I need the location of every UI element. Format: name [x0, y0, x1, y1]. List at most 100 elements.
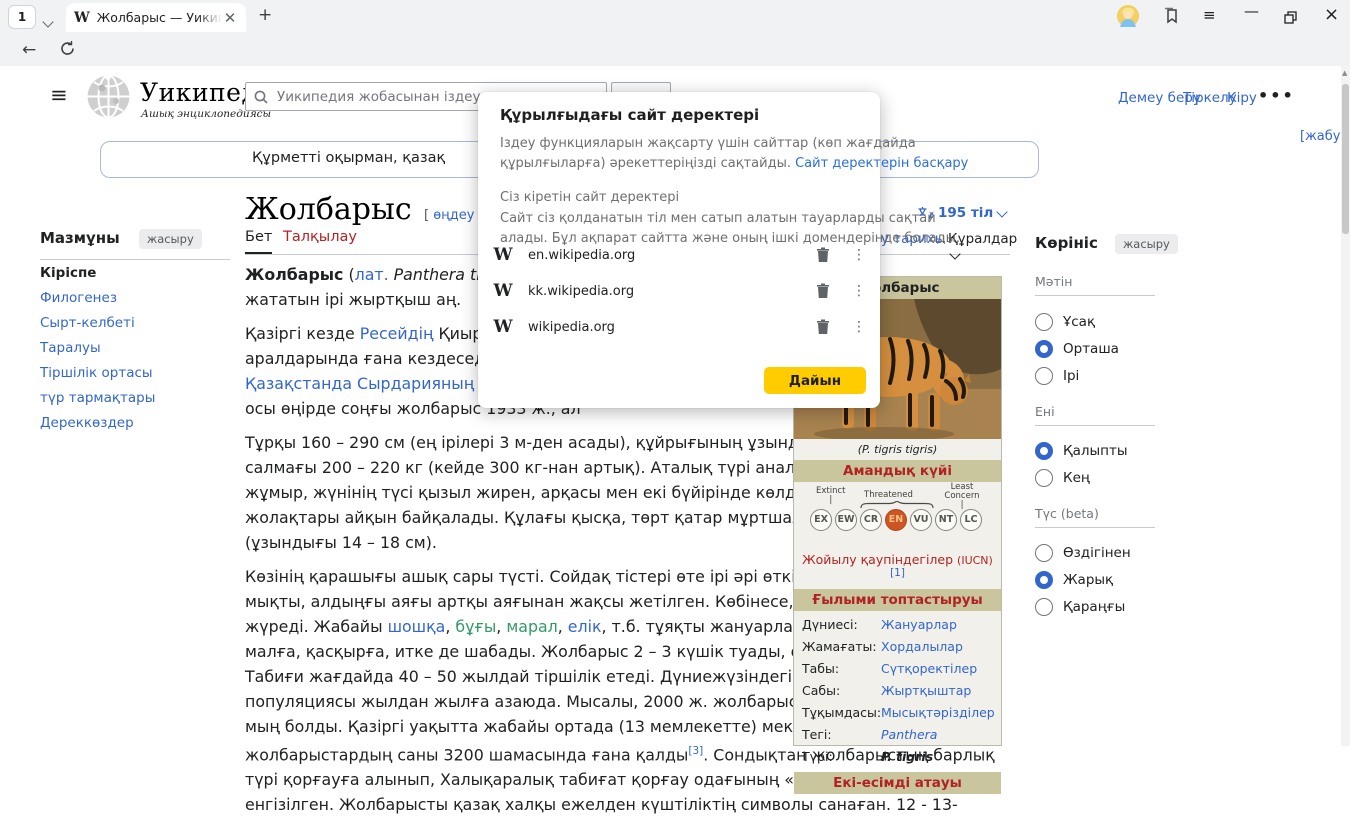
radio-selected-icon[interactable]: [1035, 442, 1053, 460]
text-segment: ,: [445, 617, 455, 636]
text-line: популяциясы жылдан жылға азаюда. Мысалы,…: [245, 689, 793, 714]
radio-text-large[interactable]: Ірі: [1035, 367, 1178, 385]
inline-link[interactable]: Ресейдің: [360, 324, 434, 343]
text-line: түрі қорғауға алынып, Халықаралық табиға…: [245, 767, 793, 792]
site-kebab-icon[interactable]: ⋮: [852, 319, 866, 335]
toc-item-kirispe[interactable]: Кіріспе: [40, 265, 155, 281]
tab-list-chevron-icon[interactable]: [44, 11, 52, 30]
new-tab-button[interactable]: +: [258, 5, 272, 25]
inline-link[interactable]: лат.: [355, 265, 389, 284]
toc-item-syrt-kelbeti[interactable]: Сырт-келбеті: [40, 315, 155, 331]
browser-tab-strip: 1 W Жолбарыс — Уикипед ✕ + ≡ — ×: [0, 0, 1350, 32]
radio-icon[interactable]: [1035, 598, 1053, 616]
toc-item-taraluy[interactable]: Таралуы: [40, 340, 155, 356]
delete-site-icon[interactable]: [816, 283, 830, 299]
profile-avatar[interactable]: [1117, 5, 1139, 31]
inline-link[interactable]: [3]: [688, 745, 703, 757]
color-group-label: Түс (beta): [1035, 506, 1155, 528]
paragraph-size: Тұрқы 160 – 290 см (ең ірілері 3 м-ден а…: [245, 430, 793, 555]
tab-page[interactable]: Бет: [245, 229, 272, 254]
inline-link[interactable]: өңдеу: [433, 208, 474, 223]
appearance-title: Көрініс: [1035, 234, 1098, 252]
taxonomy-row-kingdom: Дүниесі:Жануарлар: [794, 614, 1001, 636]
status-scale: Extinct| Threatened Least Concern| EX EW…: [794, 482, 1001, 552]
text-line: Тұрқы 160 – 290 см (ең ірілері 3 м-ден а…: [245, 430, 793, 455]
radio-icon[interactable]: [1035, 544, 1053, 562]
inline-link[interactable]: елік: [568, 617, 602, 636]
status-circles: EX EW CR EN VU NT LC: [810, 509, 982, 531]
login-link[interactable]: Кіру: [1227, 90, 1257, 106]
delete-site-icon[interactable]: [816, 319, 830, 335]
threatened-brace: [860, 501, 934, 508]
browser-tab[interactable]: W Жолбарыс — Уикипед ✕: [66, 3, 246, 32]
language-chevron-icon: [997, 206, 1008, 217]
tab-talk[interactable]: Талқылау: [283, 229, 357, 245]
bookmarks-panel-icon[interactable]: [1162, 7, 1180, 29]
taxonomy-row-phylum: Жамағаты:Хордалылар: [794, 636, 1001, 658]
site-kebab-icon[interactable]: ⋮: [852, 283, 866, 299]
radio-text-small[interactable]: Ұсақ: [1035, 313, 1178, 331]
delete-site-icon[interactable]: [816, 247, 830, 263]
site-domain: en.wikipedia.org: [528, 248, 816, 263]
site-data-dialog: Құрылғыдағы сайт деректері Іздеу функция…: [478, 92, 880, 408]
radio-selected-icon[interactable]: [1035, 340, 1053, 358]
toc-item-derekkozder[interactable]: Дереккөздер: [40, 415, 155, 431]
radio-icon[interactable]: [1035, 469, 1053, 487]
text-line: жүреді. Жабайы шошқа, бұғы, марал, елік,…: [245, 614, 793, 639]
radio-width-wide[interactable]: Кең: [1035, 469, 1178, 487]
browser-menu-icon[interactable]: ≡: [1203, 6, 1216, 24]
radio-color-light[interactable]: Жарық: [1035, 571, 1178, 589]
text-segment: жолбарыстардың саны 3200 шамасында ғана …: [245, 745, 688, 764]
inline-link[interactable]: марал: [506, 617, 557, 636]
header-more-icon[interactable]: •••: [1258, 86, 1295, 105]
scale-extinct-label: Extinct|: [816, 487, 846, 505]
status-lc: LC: [960, 509, 982, 531]
toc-hide-button[interactable]: жасыру: [139, 229, 202, 249]
done-button[interactable]: Дайын: [764, 367, 866, 394]
radio-color-auto[interactable]: Өздігінен: [1035, 544, 1178, 562]
inline-link[interactable]: Сырдарияның: [357, 374, 474, 393]
toc-item-tirshilik-ortasy[interactable]: Тіршілік ортасы: [40, 365, 155, 381]
restore-button[interactable]: [1284, 9, 1297, 28]
scrollbar-up-arrow[interactable]: ▲: [1342, 69, 1347, 77]
text-segment: ,: [558, 617, 568, 636]
wikipedia-favicon: W: [492, 281, 514, 301]
taxonomy-table: Дүниесі:Жануарлар Жамағаты:Хордалылар Та…: [794, 611, 1001, 768]
tab-counter-button[interactable]: 1: [8, 5, 36, 29]
site-row-kk: W kk.wikipedia.org ⋮: [492, 275, 866, 307]
tab-favicon: W: [74, 10, 90, 26]
radio-color-dark[interactable]: Қараңғы: [1035, 598, 1178, 616]
inline-link[interactable]: Сайт деректерін басқару: [795, 156, 968, 171]
back-button[interactable]: ←: [22, 40, 36, 60]
taxobox-caption: (P. tigris tigris): [794, 439, 1001, 460]
reload-button[interactable]: [59, 40, 76, 61]
radio-icon[interactable]: [1035, 313, 1053, 331]
appearance-hide-button[interactable]: жасыру: [1115, 234, 1178, 254]
status-ref[interactable]: [1]: [890, 567, 905, 579]
radio-width-standard[interactable]: Қалыпты: [1035, 442, 1178, 460]
inline-link[interactable]: Қазақстанда: [245, 374, 352, 393]
status-link[interactable]: Жойылу қаупіндегілер (IUCN) [1]: [794, 552, 1001, 584]
minimize-button[interactable]: —: [1244, 2, 1259, 20]
wiki-logo[interactable]: [86, 74, 131, 123]
paragraph-behavior: Көзінің қарашығы ашық сары түсті. Сойдақ…: [245, 564, 793, 817]
toc-item-tur-tarmaqtary[interactable]: түр тармақтары: [40, 390, 155, 406]
appearance-panel: Көрініс жасыру Мәтін Ұсақ Орташа Ірі Ені…: [1035, 233, 1178, 616]
toc-item-filogenez[interactable]: Филогенез: [40, 290, 155, 306]
site-kebab-icon[interactable]: ⋮: [852, 247, 866, 263]
close-window-button[interactable]: ×: [1324, 4, 1339, 25]
wiki-menu-icon[interactable]: ≡: [50, 83, 68, 107]
banner-close-link[interactable]: [жабу]: [1300, 129, 1346, 144]
inline-link[interactable]: бұғы: [455, 617, 496, 636]
radio-icon[interactable]: [1035, 367, 1053, 385]
text-line: енгізілген. Жолбарысты қазақ халқы ежелд…: [245, 792, 793, 817]
tab-title: Жолбарыс — Уикипед: [97, 10, 222, 25]
page-scrollbar-thumb[interactable]: [1342, 84, 1349, 234]
site-domain: kk.wikipedia.org: [528, 284, 816, 299]
dialog-intro: Іздеу функцияларын жақсарту үшін сайттар…: [500, 134, 968, 174]
scale-least-concern-label: Least Concern|: [938, 483, 986, 510]
radio-text-standard[interactable]: Орташа: [1035, 340, 1178, 358]
tab-close-icon[interactable]: ✕: [224, 9, 237, 27]
radio-selected-icon[interactable]: [1035, 571, 1053, 589]
inline-link[interactable]: шошқа: [388, 617, 446, 636]
